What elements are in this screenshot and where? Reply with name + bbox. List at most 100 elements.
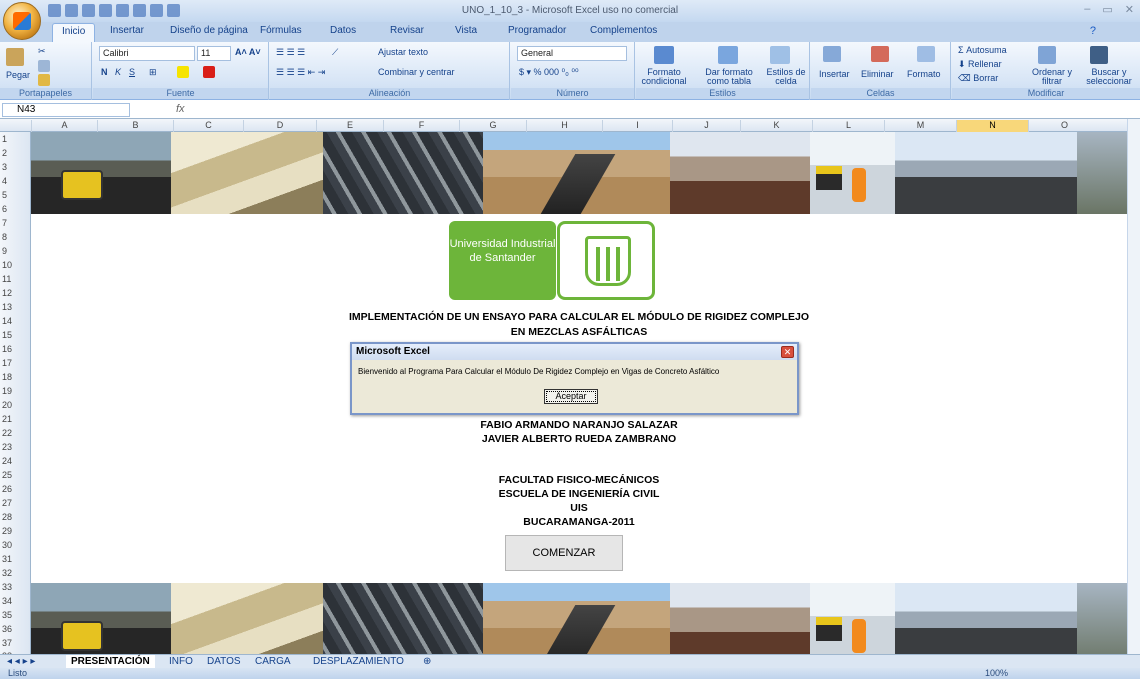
tab-vista[interactable]: Vista xyxy=(455,25,477,36)
row-header[interactable]: 1 xyxy=(0,134,31,144)
borders-icon[interactable]: ⊞ xyxy=(149,67,157,78)
row-header[interactable]: 23 xyxy=(0,442,31,452)
row-header[interactable]: 7 xyxy=(0,218,31,228)
row-header[interactable]: 15 xyxy=(0,330,31,340)
italic-icon[interactable]: K xyxy=(115,67,121,77)
column-header[interactable]: G xyxy=(459,120,526,132)
format-as-table-button[interactable]: Dar formato como tabla xyxy=(696,68,762,86)
row-header[interactable]: 18 xyxy=(0,372,31,382)
sheet-tab-presentacion[interactable]: PRESENTACIÓN xyxy=(66,655,155,669)
row-header[interactable]: 20 xyxy=(0,400,31,410)
insert-cells-icon[interactable] xyxy=(823,46,841,62)
row-header[interactable]: 22 xyxy=(0,428,31,438)
close-icon[interactable]: ✕ xyxy=(1125,3,1134,16)
row-header[interactable]: 26 xyxy=(0,484,31,494)
fx-icon[interactable]: fx xyxy=(176,103,185,115)
dialog-close-icon[interactable]: ✕ xyxy=(781,346,794,358)
tab-revisar[interactable]: Revisar xyxy=(390,25,424,36)
wrap-text-button[interactable]: Ajustar texto xyxy=(378,47,428,57)
format-button[interactable]: Formato xyxy=(907,69,941,79)
number-format-field[interactable]: General xyxy=(517,46,627,61)
sheet-tab-desplazamiento[interactable]: DESPLAZAMIENTO xyxy=(308,655,409,669)
sheet-tab-info[interactable]: INFO xyxy=(164,655,198,669)
row-header[interactable]: 28 xyxy=(0,512,31,522)
underline-icon[interactable]: S xyxy=(129,67,135,77)
row-header[interactable]: 11 xyxy=(0,274,31,284)
row-header[interactable]: 16 xyxy=(0,344,31,354)
tab-diseno-pagina[interactable]: Diseño de página xyxy=(170,25,248,36)
zoom-level[interactable]: 100% xyxy=(985,668,1008,678)
row-header[interactable]: 34 xyxy=(0,596,31,606)
row-header[interactable]: 12 xyxy=(0,288,31,298)
row-header[interactable]: 4 xyxy=(0,176,31,186)
sheet-tab-datos[interactable]: DATOS xyxy=(202,655,246,669)
office-button[interactable] xyxy=(3,2,41,40)
tab-programador[interactable]: Programador xyxy=(508,25,566,36)
align-left-icon[interactable]: ☰ ☰ ☰ ⇤ ⇥ xyxy=(276,67,325,78)
row-header[interactable]: 19 xyxy=(0,386,31,396)
column-header[interactable]: O xyxy=(1028,120,1100,132)
column-header[interactable]: C xyxy=(173,120,243,132)
name-box[interactable]: N43 xyxy=(2,103,130,117)
cell-styles-icon[interactable] xyxy=(770,46,790,64)
column-header[interactable]: I xyxy=(602,120,672,132)
tab-insertar[interactable]: Insertar xyxy=(110,25,144,36)
delete-button[interactable]: Eliminar xyxy=(861,69,894,79)
fill-color-icon[interactable] xyxy=(177,66,189,78)
row-header[interactable]: 29 xyxy=(0,526,31,536)
minimize-icon[interactable]: – xyxy=(1084,3,1090,16)
font-size-field[interactable]: 11 xyxy=(197,46,231,61)
paste-button[interactable]: Pegar xyxy=(6,70,30,80)
conditional-format-button[interactable]: Formato condicional xyxy=(640,68,688,86)
tab-inicio[interactable]: Inicio xyxy=(52,23,96,42)
row-header[interactable]: 10 xyxy=(0,260,31,270)
font-color-icon[interactable] xyxy=(203,66,215,78)
row-header[interactable]: 21 xyxy=(0,414,31,424)
vertical-scrollbar[interactable] xyxy=(1127,119,1140,654)
autosum-button[interactable]: Σ Autosuma xyxy=(958,45,1007,55)
paste-icon[interactable] xyxy=(6,48,24,66)
delete-cells-icon[interactable] xyxy=(871,46,889,62)
format-table-icon[interactable] xyxy=(718,46,738,64)
find-select-icon[interactable] xyxy=(1090,46,1108,64)
new-sheet-icon[interactable]: ⊕ xyxy=(418,655,436,669)
row-header[interactable]: 14 xyxy=(0,316,31,326)
column-header[interactable]: H xyxy=(526,120,602,132)
tab-complementos[interactable]: Complementos xyxy=(590,25,657,36)
accept-button[interactable]: Aceptar xyxy=(544,389,598,404)
column-header[interactable]: J xyxy=(672,120,740,132)
column-header[interactable]: D xyxy=(243,120,316,132)
conditional-format-icon[interactable] xyxy=(654,46,674,64)
column-header[interactable]: E xyxy=(316,120,383,132)
grow-font-icon[interactable]: A˄ A˅ xyxy=(235,47,261,57)
tab-datos[interactable]: Datos xyxy=(330,25,356,36)
maximize-icon[interactable]: ▭ xyxy=(1102,3,1112,16)
row-header[interactable]: 2 xyxy=(0,148,31,158)
column-header[interactable]: K xyxy=(740,120,812,132)
clear-button[interactable]: ⌫ Borrar xyxy=(958,73,998,84)
row-header[interactable]: 27 xyxy=(0,498,31,508)
format-painter-icon[interactable] xyxy=(38,74,50,86)
column-header[interactable]: M xyxy=(884,120,956,132)
row-header[interactable]: 37 xyxy=(0,638,31,648)
column-header[interactable]: F xyxy=(383,120,459,132)
row-header[interactable]: 8 xyxy=(0,232,31,242)
align-top-icon[interactable]: ☰ ☰ ☰ xyxy=(276,47,305,58)
merge-center-button[interactable]: Combinar y centrar xyxy=(378,67,455,77)
comenzar-button[interactable]: COMENZAR xyxy=(505,535,623,571)
row-header[interactable]: 17 xyxy=(0,358,31,368)
column-header[interactable]: B xyxy=(97,120,173,132)
row-header[interactable]: 3 xyxy=(0,162,31,172)
column-header[interactable]: A xyxy=(31,120,97,132)
orientation-icon[interactable]: ⟋ xyxy=(332,47,338,58)
row-header[interactable]: 36 xyxy=(0,624,31,634)
row-header[interactable]: 31 xyxy=(0,554,31,564)
insert-button[interactable]: Insertar xyxy=(819,69,850,79)
format-cells-icon[interactable] xyxy=(917,46,935,62)
sheet-tab-carga[interactable]: CARGA xyxy=(250,655,296,669)
row-header[interactable]: 35 xyxy=(0,610,31,620)
sort-filter-button[interactable]: Ordenar y filtrar xyxy=(1026,68,1078,86)
font-name-field[interactable]: Calibri xyxy=(99,46,195,61)
column-header[interactable]: L xyxy=(812,120,884,132)
row-header[interactable]: 30 xyxy=(0,540,31,550)
